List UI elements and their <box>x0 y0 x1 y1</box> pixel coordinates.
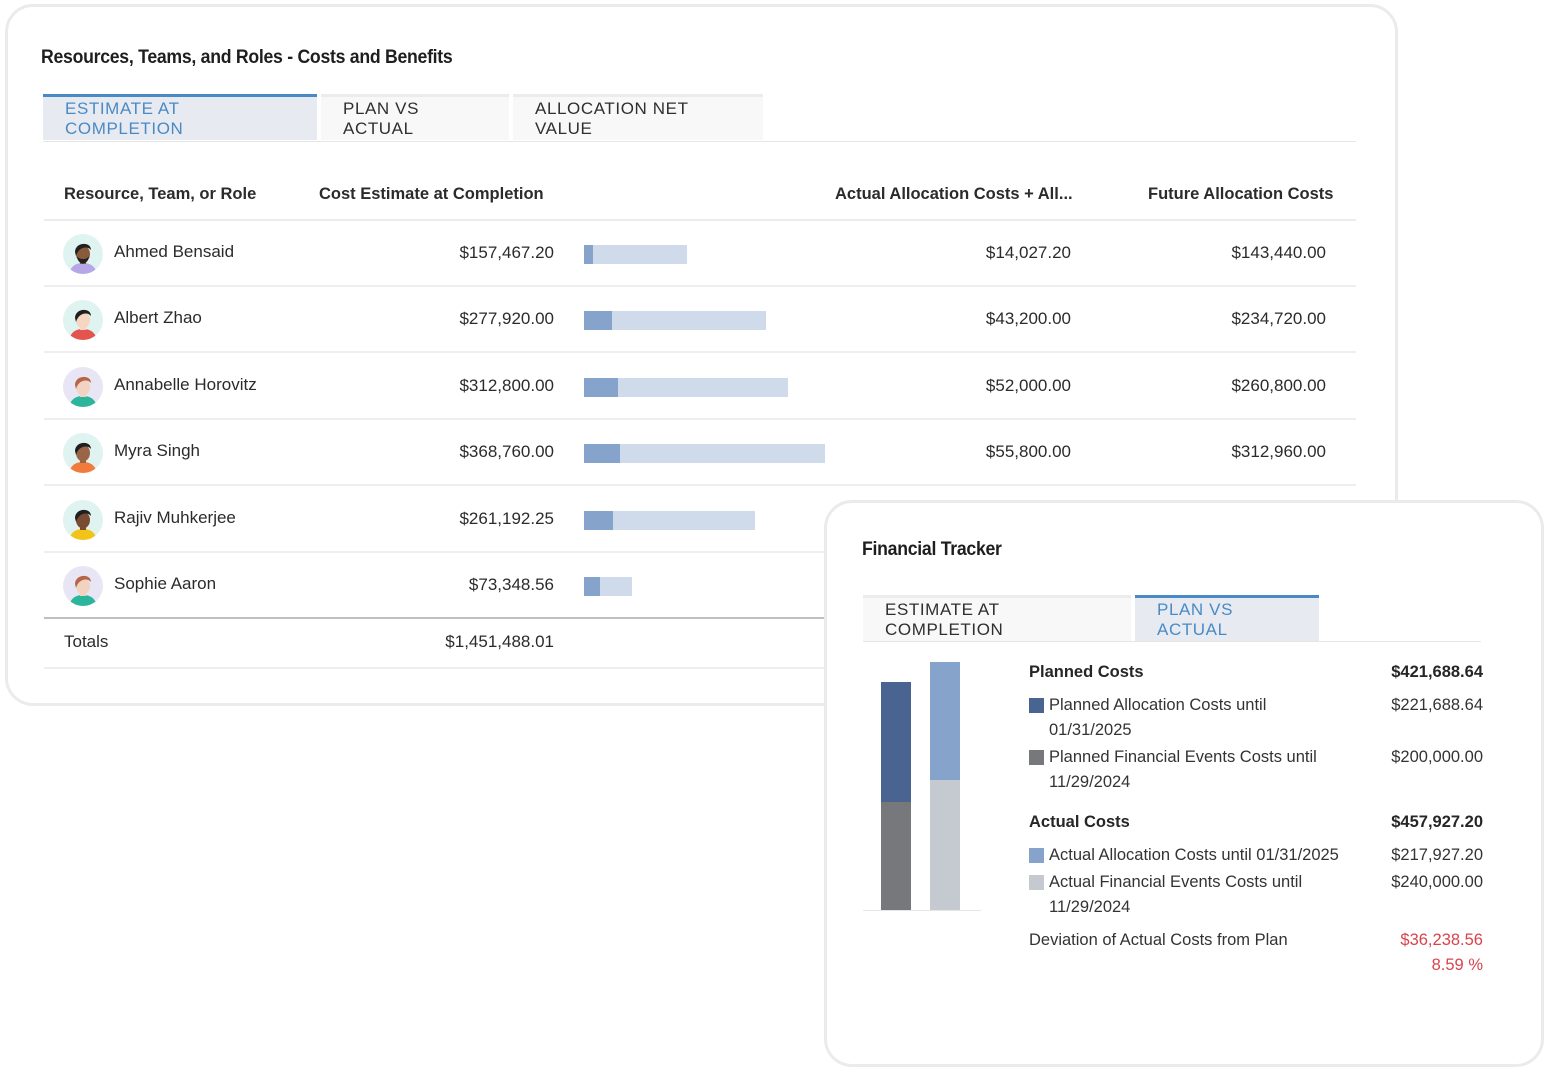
deviation-amount: $36,238.56 <box>1400 931 1483 949</box>
avatar <box>63 366 103 407</box>
person-avatar-icon <box>69 243 97 274</box>
plan-vs-actual-chart <box>863 661 981 911</box>
deviation-label: Deviation of Actual Costs from Plan <box>1029 931 1288 949</box>
cost-bar-track <box>584 444 825 464</box>
planned-costs-header: Planned Costs $421,688.64 <box>1029 663 1483 693</box>
legend-label: Planned Allocation Costs until 01/31/202… <box>1049 696 1267 739</box>
tab-plan-vs-actual[interactable]: PLAN VS ACTUAL <box>321 94 509 140</box>
tab-plan-vs-actual[interactable]: PLAN VS ACTUAL <box>1135 595 1319 641</box>
financial-tracker-card: Financial Tracker ESTIMATE AT COMPLETION… <box>824 500 1544 1067</box>
cost-estimate-value: $368,760.00 <box>459 442 554 462</box>
future-allocation-value: $260,800.00 <box>1231 375 1326 395</box>
resource-name[interactable]: Rajiv Muhkerjee <box>114 508 236 528</box>
cost-bar-actual-fill <box>584 311 613 331</box>
cost-estimate-value: $277,920.00 <box>459 309 554 329</box>
chart-bar-planned-allocation[interactable] <box>881 681 911 802</box>
totals-cost: $1,451,488.01 <box>445 632 554 651</box>
cost-bar-actual-fill <box>584 245 594 264</box>
avatar <box>63 300 103 341</box>
resource-name[interactable]: Ahmed Bensaid <box>114 242 234 262</box>
resource-name[interactable]: Myra Singh <box>114 441 200 461</box>
cost-bar-actual-fill <box>584 577 600 596</box>
cost-estimate-value: $73,348.56 <box>468 575 554 594</box>
actual-allocation-value: $43,200.00 <box>985 309 1071 329</box>
legend-item: Actual Allocation Costs until 01/31/2025… <box>1029 843 1483 868</box>
person-avatar-icon <box>69 509 97 540</box>
chart-bar-actual-financial-events[interactable] <box>930 780 960 910</box>
future-allocation-value: $234,720.00 <box>1231 309 1326 329</box>
table-row[interactable]: Albert Zhao $277,920.00 $43,200.00 $234,… <box>44 287 1356 354</box>
cost-bar-track <box>584 510 755 530</box>
cost-estimate-value: $157,467.20 <box>459 243 554 262</box>
chart-bar-planned-financial-events[interactable] <box>881 801 911 910</box>
chart-baseline <box>863 910 981 911</box>
card-title: Resources, Teams, and Roles - Costs and … <box>41 47 453 68</box>
cost-bar-actual-fill <box>584 510 614 530</box>
legend-item: Planned Allocation Costs until 01/31/202… <box>1029 693 1483 743</box>
column-header-actual-allocation[interactable]: Actual Allocation Costs + All... <box>835 185 1073 204</box>
legend-value: $221,688.64 <box>1391 696 1483 714</box>
person-avatar-icon <box>69 443 97 474</box>
cost-bar-track <box>584 245 687 264</box>
column-header-future-allocation[interactable]: Future Allocation Costs <box>1148 185 1333 204</box>
avatar <box>63 499 103 540</box>
actual-costs-label: Actual Costs <box>1029 813 1130 831</box>
tab-estimate-at-completion[interactable]: ESTIMATE AT COMPLETION <box>863 595 1131 641</box>
resource-name[interactable]: Albert Zhao <box>114 308 202 328</box>
avatar <box>63 566 103 606</box>
legend-value: $200,000.00 <box>1391 748 1483 766</box>
table-row[interactable]: Ahmed Bensaid $157,467.20 $14,027.20 $14… <box>44 221 1356 287</box>
legend-label: Planned Financial Events Costs until 11/… <box>1049 748 1317 791</box>
legend-value: $240,000.00 <box>1391 873 1483 891</box>
actual-allocation-value: $55,800.00 <box>985 442 1071 462</box>
cost-bar-actual-fill <box>584 377 618 397</box>
deviation-row: Deviation of Actual Costs from Plan $36,… <box>1029 928 1483 978</box>
cost-bar-track <box>584 311 766 331</box>
legend-swatch-planned-financial-events <box>1029 750 1044 765</box>
chart-bar-actual-allocation[interactable] <box>930 662 960 781</box>
cost-bar-track <box>584 377 789 397</box>
tabs-divider <box>863 641 1481 642</box>
planned-costs-label: Planned Costs <box>1029 663 1144 681</box>
actual-allocation-value: $52,000.00 <box>985 375 1071 395</box>
table-row[interactable]: Myra Singh $368,760.00 $55,800.00 $312,9… <box>44 420 1356 487</box>
deviation-percent: 8.59 % <box>1431 956 1483 974</box>
resources-tabs: ESTIMATE AT COMPLETION PLAN VS ACTUAL AL… <box>43 94 763 140</box>
cost-bar-track <box>584 577 632 596</box>
column-header-cost-estimate[interactable]: Cost Estimate at Completion <box>319 185 544 204</box>
legend-item: Planned Financial Events Costs until 11/… <box>1029 745 1483 795</box>
legend-swatch-actual-allocation <box>1029 848 1044 863</box>
cost-estimate-value: $261,192.25 <box>459 508 554 528</box>
tab-estimate-at-completion[interactable]: ESTIMATE AT COMPLETION <box>43 94 317 140</box>
resource-name[interactable]: Annabelle Horovitz <box>114 375 257 395</box>
totals-label: Totals <box>64 632 109 651</box>
person-avatar-icon <box>69 575 97 606</box>
avatar <box>63 234 103 274</box>
avatar <box>63 433 103 474</box>
tabs-divider <box>43 141 1356 142</box>
planned-costs-total: $421,688.64 <box>1391 663 1483 681</box>
table-row[interactable]: Annabelle Horovitz $312,800.00 $52,000.0… <box>44 354 1356 420</box>
cost-breakdown: Planned Costs $421,688.64 Planned Alloca… <box>1029 663 1483 978</box>
legend-item: Actual Financial Events Costs until 11/2… <box>1029 870 1483 920</box>
tab-allocation-net-value[interactable]: ALLOCATION NET VALUE <box>513 94 763 140</box>
column-header-resource[interactable]: Resource, Team, or Role <box>64 185 256 204</box>
legend-label: Actual Financial Events Costs until 11/2… <box>1049 873 1303 916</box>
card-title: Financial Tracker <box>862 539 1002 560</box>
tracker-tabs: ESTIMATE AT COMPLETION PLAN VS ACTUAL <box>863 595 1319 641</box>
legend-swatch-actual-financial-events <box>1029 875 1044 890</box>
person-avatar-icon <box>69 310 97 341</box>
legend-label: Actual Allocation Costs until 01/31/2025 <box>1049 846 1339 864</box>
legend-value: $217,927.20 <box>1391 846 1483 864</box>
actual-costs-header: Actual Costs $457,927.20 <box>1029 813 1483 843</box>
actual-costs-total: $457,927.20 <box>1391 813 1483 831</box>
future-allocation-value: $312,960.00 <box>1231 442 1326 462</box>
resource-name[interactable]: Sophie Aaron <box>114 574 216 594</box>
person-avatar-icon <box>69 376 97 407</box>
actual-allocation-value: $14,027.20 <box>985 243 1071 262</box>
legend-swatch-planned-allocation <box>1029 698 1044 713</box>
cost-estimate-value: $312,800.00 <box>459 375 554 395</box>
cost-bar-actual-fill <box>584 444 621 464</box>
future-allocation-value: $143,440.00 <box>1231 243 1326 262</box>
